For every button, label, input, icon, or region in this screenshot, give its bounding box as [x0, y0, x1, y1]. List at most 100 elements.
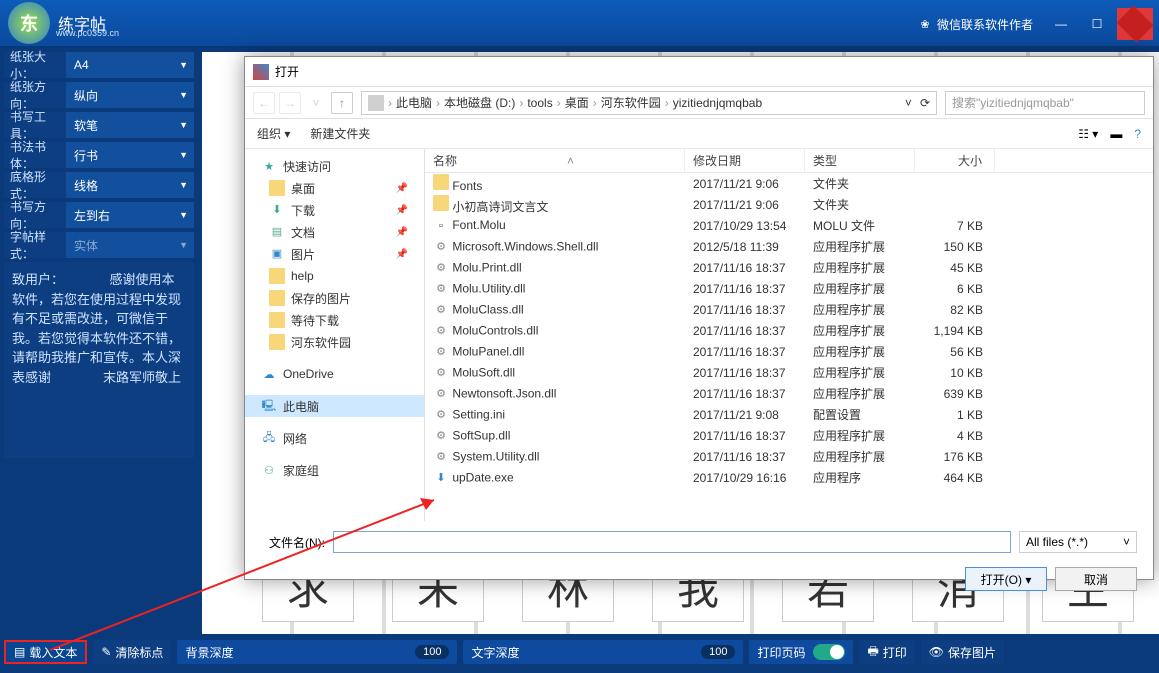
pictures-item[interactable]: ▣图片📌 — [245, 243, 424, 265]
search-input[interactable]: 搜索"yizitiednjqmqbab" — [945, 91, 1145, 115]
dll-icon: ⚙ — [433, 428, 449, 444]
help-button[interactable]: ? — [1134, 127, 1141, 141]
chevron-down-icon: ▼ — [179, 120, 188, 130]
file-list: 名称˄ 修改日期 类型 大小 Fonts 2017/11/21 9:06文件夹 … — [425, 149, 1153, 521]
bg-depth-slider[interactable]: 背景深度100 — [177, 640, 457, 664]
file-row[interactable]: ⚙ MoluSoft.dll 2017/11/16 18:37应用程序扩展10 … — [425, 362, 1153, 383]
file-row[interactable]: ⚙ Molu.Print.dll 2017/11/16 18:37应用程序扩展4… — [425, 257, 1153, 278]
picture-icon: ▣ — [269, 246, 285, 262]
preview-pane-button[interactable]: ▬ — [1110, 127, 1122, 141]
bottombar: ▤载入文本 ✎清除标点 背景深度100 文字深度100 打印页码 🖶打印 👁保存… — [0, 638, 1159, 666]
dll-icon: ⚙ — [433, 344, 449, 360]
load-text-button[interactable]: ▤载入文本 — [4, 640, 87, 664]
nav-history-button[interactable]: ˅ — [305, 92, 327, 114]
documents-item[interactable]: ▤文档📌 — [245, 221, 424, 243]
nav-up-button[interactable]: ↑ — [331, 92, 353, 114]
sidebar-dropdown[interactable]: 左到右▼ — [66, 202, 194, 228]
file-row[interactable]: Fonts 2017/11/21 9:06文件夹 — [425, 173, 1153, 194]
save-image-button[interactable]: 👁保存图片 — [921, 640, 1004, 664]
crumb-dropdown-icon[interactable]: ˅ — [905, 96, 912, 110]
file-row[interactable]: ⚙ Newtonsoft.Json.dll 2017/11/16 18:37应用… — [425, 383, 1153, 404]
sort-asc-icon: ˄ — [567, 154, 574, 168]
open-button[interactable]: 打开(O) ▾ — [965, 567, 1047, 591]
file-row[interactable]: ⚙ Setting.ini 2017/11/21 9:08配置设置1 KB — [425, 404, 1153, 425]
print-page-toggle[interactable]: 打印页码 — [749, 640, 853, 664]
chevron-down-icon: ▼ — [179, 60, 188, 70]
pin-icon: 📌 — [396, 183, 408, 194]
new-folder-button[interactable]: 新建文件夹 — [310, 125, 370, 142]
file-row[interactable]: ⚙ MoluClass.dll 2017/11/16 18:37应用程序扩展82… — [425, 299, 1153, 320]
dialog-icon — [253, 64, 269, 80]
sidebar-row: 书写工具： 软笔▼ — [4, 112, 194, 138]
dll-icon: ⚙ — [433, 281, 449, 297]
sidebar-dropdown[interactable]: A4▼ — [66, 52, 194, 78]
network-item[interactable]: 🖧网络 — [245, 427, 424, 449]
sidebar-row: 纸张大小： A4▼ — [4, 52, 194, 78]
wechat-text: 微信联系软件作者 — [937, 16, 1033, 33]
folder-icon — [433, 195, 449, 211]
help-folder-item[interactable]: help — [245, 265, 424, 287]
column-headers[interactable]: 名称˄ 修改日期 类型 大小 — [425, 149, 1153, 173]
file-row[interactable]: ⚙ System.Utility.dll 2017/11/16 18:37应用程… — [425, 446, 1153, 467]
file-row[interactable]: 小初高诗词文言文 2017/11/21 9:06文件夹 — [425, 194, 1153, 215]
folder-icon — [433, 174, 449, 190]
star-icon: ★ — [261, 158, 277, 174]
sidebar-label: 底格形式： — [4, 168, 66, 202]
sidebar-label: 书写方向： — [4, 198, 66, 232]
wait-dl-item[interactable]: 等待下载 — [245, 309, 424, 331]
drive-icon — [368, 95, 384, 111]
filename-input[interactable] — [333, 531, 1011, 553]
ini-icon: ⚙ — [433, 407, 449, 423]
onedrive-item[interactable]: ☁OneDrive — [245, 363, 424, 385]
eye-icon: 👁 — [929, 645, 944, 659]
network-icon: 🖧 — [261, 430, 277, 446]
breadcrumb[interactable]: › 此电脑› 本地磁盘 (D:)› tools› 桌面› 河东软件园› yizi… — [361, 91, 937, 115]
file-row[interactable]: ⚙ SoftSup.dll 2017/11/16 18:37应用程序扩展4 KB — [425, 425, 1153, 446]
file-row[interactable]: ⚙ MoluPanel.dll 2017/11/16 18:37应用程序扩展56… — [425, 341, 1153, 362]
titlebar: 东 练字帖 ❀ 微信联系软件作者 — ☐ — [0, 0, 1159, 48]
sidebar-dropdown[interactable]: 实体▼ — [66, 232, 194, 258]
downloads-item[interactable]: ⬇下载📌 — [245, 199, 424, 221]
clear-marks-button[interactable]: ✎清除标点 — [93, 640, 171, 664]
file-row[interactable]: ⬇ upDate.exe 2017/10/29 16:16应用程序464 KB — [425, 467, 1153, 488]
file-row[interactable]: ⚙ Microsoft.Windows.Shell.dll 2012/5/18 … — [425, 236, 1153, 257]
close-button[interactable] — [1117, 8, 1153, 40]
sidebar-dropdown[interactable]: 线格▼ — [66, 172, 194, 198]
file-row[interactable]: ▫ Font.Molu 2017/10/29 13:54MOLU 文件7 KB — [425, 215, 1153, 236]
dialog-title-text: 打开 — [275, 63, 299, 80]
hedong-item[interactable]: 河东软件园 — [245, 331, 424, 353]
minimize-button[interactable]: — — [1045, 12, 1077, 36]
chevron-down-icon: ▼ — [179, 180, 188, 190]
import-icon: ▤ — [14, 645, 25, 659]
homegroup-item[interactable]: ⚇家庭组 — [245, 459, 424, 481]
nav-fwd-button[interactable]: → — [279, 92, 301, 114]
desktop-item[interactable]: 桌面📌 — [245, 177, 424, 199]
sidebar-row: 纸张方向： 纵向▼ — [4, 82, 194, 108]
this-pc-item[interactable]: 🖳此电脑 — [245, 395, 424, 417]
sidebar-dropdown[interactable]: 行书▼ — [66, 142, 194, 168]
saved-pics-item[interactable]: 保存的图片 — [245, 287, 424, 309]
file-row[interactable]: ⚙ Molu.Utility.dll 2017/11/16 18:37应用程序扩… — [425, 278, 1153, 299]
print-button[interactable]: 🖶打印 — [859, 640, 914, 664]
wechat-link[interactable]: ❀ 微信联系软件作者 — [909, 12, 1041, 37]
sidebar-label: 纸张方向： — [4, 78, 66, 112]
sidebar-dropdown[interactable]: 纵向▼ — [66, 82, 194, 108]
sidebar-label: 纸张大小： — [4, 48, 66, 82]
wechat-icon: ❀ — [917, 16, 933, 32]
view-options-button[interactable]: ☷ ▾ — [1078, 127, 1098, 141]
filter-dropdown[interactable]: All files (*.*)˅ — [1019, 531, 1137, 553]
filename-label: 文件名(N): — [261, 534, 325, 551]
refresh-icon[interactable]: ⟳ — [920, 96, 930, 110]
sidebar-row: 底格形式： 线格▼ — [4, 172, 194, 198]
organize-menu[interactable]: 组织 ▾ — [257, 125, 290, 142]
cancel-button[interactable]: 取消 — [1055, 567, 1137, 591]
file-row[interactable]: ⚙ MoluControls.dll 2017/11/16 18:37应用程序扩… — [425, 320, 1153, 341]
nav-back-button[interactable]: ← — [253, 92, 275, 114]
text-depth-slider[interactable]: 文字深度100 — [463, 640, 743, 664]
homegroup-icon: ⚇ — [261, 462, 277, 478]
sidebar-dropdown[interactable]: 软笔▼ — [66, 112, 194, 138]
maximize-button[interactable]: ☐ — [1081, 12, 1113, 36]
quick-access-item[interactable]: ★快速访问 — [245, 155, 424, 177]
folder-icon — [269, 312, 285, 328]
folder-icon — [269, 334, 285, 350]
